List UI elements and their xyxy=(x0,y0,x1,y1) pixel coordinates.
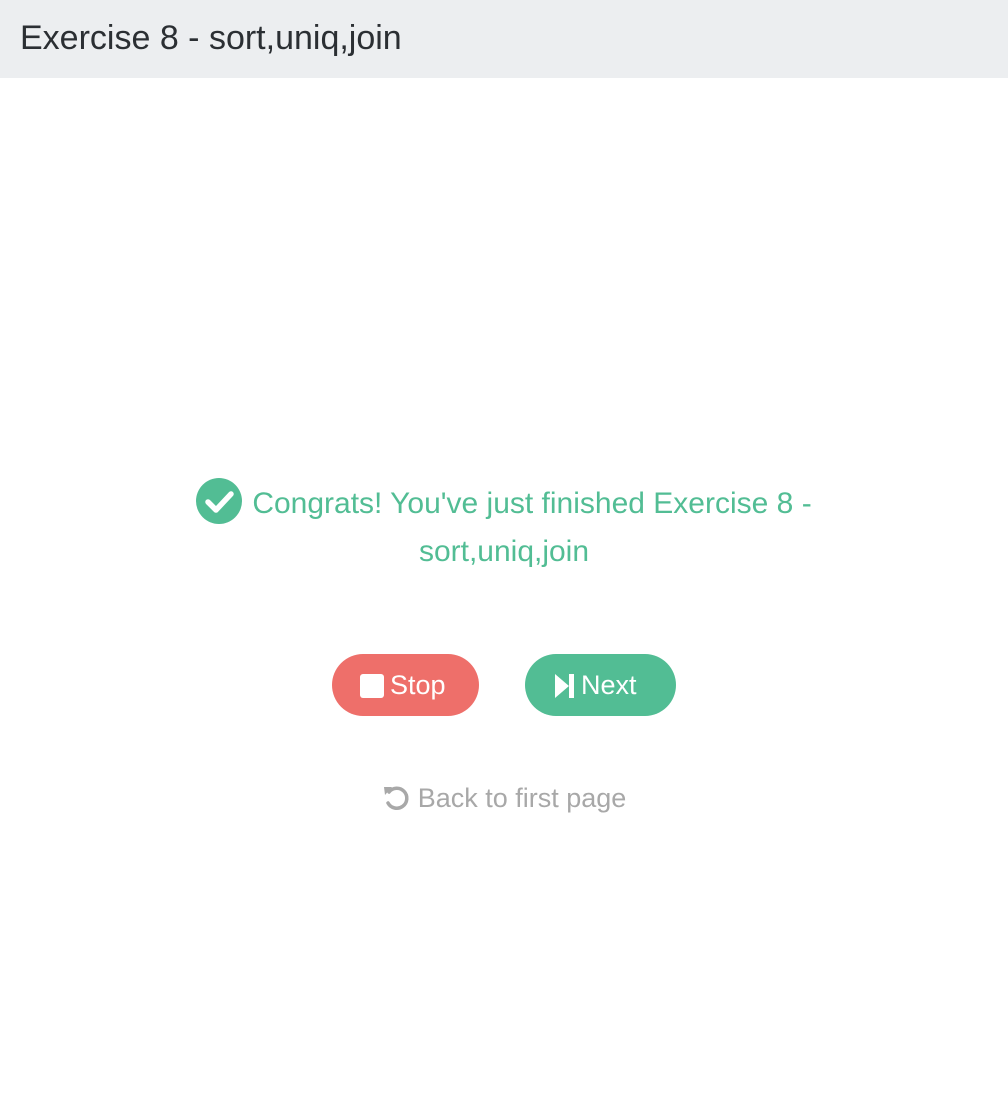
undo-icon xyxy=(382,781,410,825)
next-button-label: Next xyxy=(581,670,637,700)
stop-button[interactable]: Stop xyxy=(332,654,479,716)
completion-message: Congrats! You've just finished Exercise … xyxy=(150,478,858,576)
page-title: Exercise 8 - sort,uniq,join xyxy=(20,19,402,57)
back-to-first-page-link[interactable]: Back to first page xyxy=(0,776,1008,825)
header-bar: Exercise 8 - sort,uniq,join xyxy=(0,0,1008,78)
stop-button-label: Stop xyxy=(390,670,446,700)
completion-message-text: Congrats! You've just finished Exercise … xyxy=(252,487,812,568)
next-button[interactable]: Next xyxy=(525,654,676,716)
back-link-label: Back to first page xyxy=(417,783,627,813)
step-forward-icon xyxy=(555,658,575,720)
check-circle-icon xyxy=(196,478,243,524)
stop-icon xyxy=(360,658,384,720)
action-buttons: Stop Next xyxy=(0,654,1008,716)
